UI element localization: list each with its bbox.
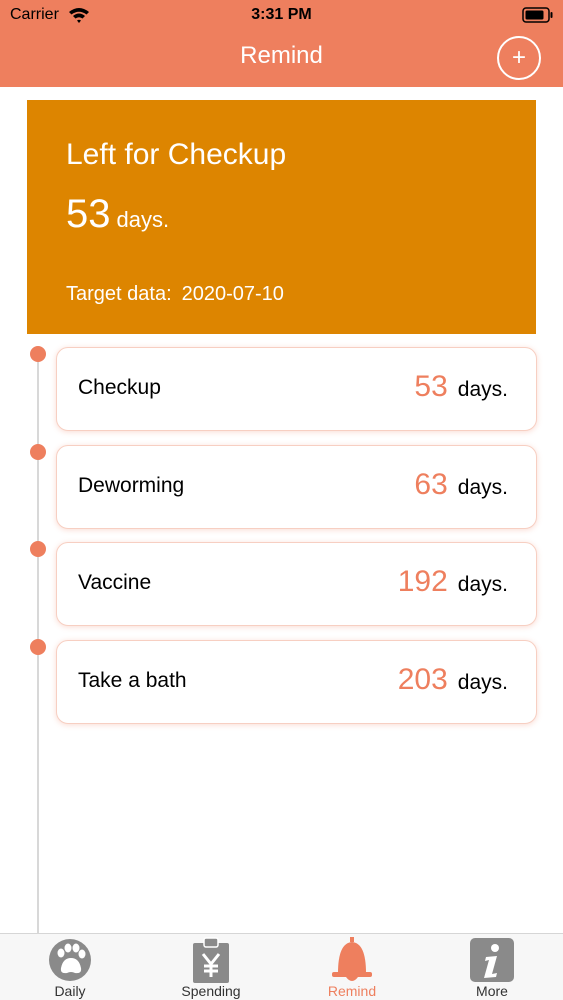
summary-title: Left for Checkup: [66, 138, 287, 171]
yen-clipboard-icon: [193, 937, 229, 983]
timeline-dot: [30, 639, 46, 655]
tab-more[interactable]: More: [422, 934, 562, 1000]
reminder-days-unit: days.: [457, 573, 508, 596]
summary-days-unit: days.: [116, 207, 170, 232]
reminder-name: Deworming: [78, 474, 185, 497]
reminder-item-vaccine[interactable]: Vaccine 192 days.: [56, 542, 537, 626]
reminder-days-count: 63: [414, 468, 448, 501]
target-date-label: Target data:: [66, 283, 172, 305]
tab-label: Remind: [327, 983, 377, 999]
paw-icon: [49, 939, 91, 981]
reminder-name: Vaccine: [78, 571, 152, 594]
reminder-days-count: 53: [414, 370, 448, 403]
reminder-item-checkup[interactable]: Checkup 53 days.: [56, 347, 537, 431]
summary-target: Target data: 2020-07-10: [66, 283, 284, 306]
reminder-name: Take a bath: [78, 669, 187, 692]
status-bar: Carrier 3:31 PM: [0, 0, 563, 30]
summary-days: 53 days.: [66, 192, 169, 237]
info-icon: [470, 938, 514, 982]
battery-icon: [522, 7, 553, 23]
status-time: 3:31 PM: [251, 6, 312, 23]
tab-daily[interactable]: Daily: [0, 934, 140, 1000]
summary-days-count: 53: [66, 192, 111, 236]
tab-label: More: [476, 983, 508, 999]
timeline-dot: [30, 541, 46, 557]
reminder-days-unit: days.: [457, 671, 508, 694]
reminder-item-deworming[interactable]: Deworming 63 days.: [56, 445, 537, 529]
nav-bar: Remind +: [0, 30, 563, 87]
tab-remind[interactable]: Remind: [282, 934, 422, 1000]
reminder-days-unit: days.: [457, 476, 508, 499]
reminder-item-take-a-bath[interactable]: Take a bath 203 days.: [56, 640, 537, 724]
tab-label: Daily: [54, 983, 86, 999]
reminder-days-unit: days.: [457, 378, 508, 401]
reminder-name: Checkup: [78, 376, 161, 399]
page-title: Remind: [240, 42, 323, 69]
tab-bar: Daily Spending Remind More: [0, 933, 563, 1000]
tab-label: Spending: [181, 983, 241, 999]
add-reminder-button[interactable]: +: [497, 36, 541, 80]
timeline-dot: [30, 444, 46, 460]
bell-icon: [332, 937, 372, 981]
plus-icon: +: [511, 44, 526, 71]
reminder-days-count: 192: [397, 565, 448, 598]
reminder-days-count: 203: [397, 663, 448, 696]
target-date-value: 2020-07-10: [181, 283, 284, 305]
summary-card: Left for Checkup 53 days. Target data: 202…: [27, 100, 536, 334]
tab-spending[interactable]: Spending: [141, 934, 281, 1000]
timeline-dot: [30, 346, 46, 362]
